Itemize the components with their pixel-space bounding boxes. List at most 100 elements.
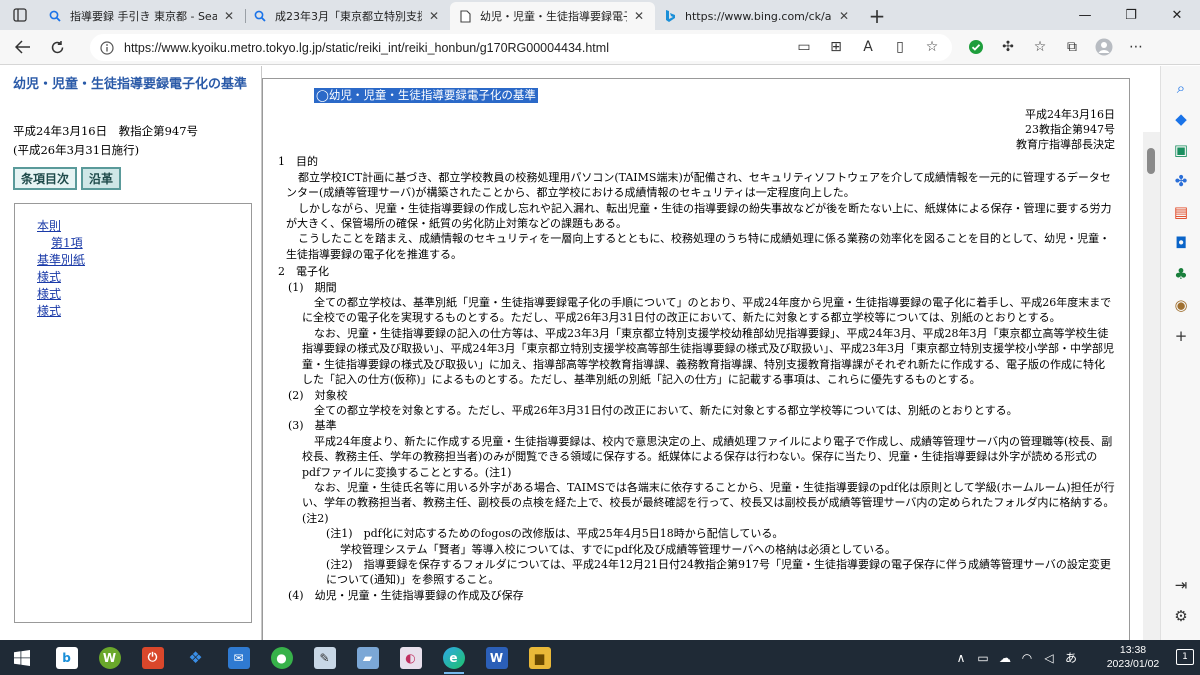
favorite-star-icon[interactable]: ☆: [916, 32, 948, 62]
sidebar-games-icon[interactable]: ✤: [1161, 165, 1200, 196]
sidebar-settings-icon[interactable]: ⚙: [1161, 600, 1200, 631]
tab-active-document[interactable]: 幼児・児童・生徒指導要録電子化の ✕: [450, 2, 655, 30]
taskbar-edge[interactable]: e: [432, 640, 475, 675]
tab-close-icon[interactable]: ✕: [836, 9, 852, 23]
restore-icon[interactable]: ❐: [1108, 0, 1154, 30]
scrollbar-thumb[interactable]: [1147, 148, 1155, 174]
section-2-heading: 2 電子化: [278, 265, 329, 279]
search-icon: [253, 9, 267, 23]
paragraph: 都立学校ICT計画に基づき、都立学校教員の校務処理用パソコン(TAIMS端末)が…: [286, 170, 1111, 200]
profile-avatar-icon[interactable]: [1088, 32, 1120, 62]
tab-search-2[interactable]: 成23年3月「東京都立特別支援学校 ✕: [245, 2, 450, 30]
taskbar-explorer[interactable]: ▆: [518, 640, 561, 675]
tab-strip: 指導要録 手引き 東京都 - Search ✕ 成23年3月「東京都立特別支援学…: [0, 0, 1200, 30]
vertical-scrollbar[interactable]: [1143, 132, 1160, 640]
tab-bing[interactable]: https://www.bing.com/ck/a?!&& ✕: [655, 2, 860, 30]
taskbar-app-green[interactable]: W: [88, 640, 131, 675]
toc-link-clause-1[interactable]: 第1項: [37, 235, 251, 252]
sidebar-cookie-icon[interactable]: ◉: [1161, 289, 1200, 320]
back-button[interactable]: [6, 32, 40, 62]
extensions-puzzle-icon[interactable]: ✣: [992, 32, 1024, 62]
app-available-icon[interactable]: ▭: [788, 32, 820, 62]
sidebar-tools-icon[interactable]: ▣: [1161, 134, 1200, 165]
check-extension-icon[interactable]: [960, 32, 992, 62]
tray-ime-mode[interactable]: あ: [1060, 649, 1082, 666]
paragraph: なお、児童・生徒指導要録の記入の仕方等は、平成23年3月「東京都立特別支援学校幼…: [302, 326, 1114, 387]
document-title-selected[interactable]: ◯幼児・児童・生徒指導要録電子化の基準: [314, 88, 538, 104]
page-icon: [458, 9, 472, 23]
favorites-icon[interactable]: ☆: [1024, 32, 1056, 62]
window-controls: — ❐ ✕: [1062, 0, 1200, 30]
close-window-icon[interactable]: ✕: [1154, 0, 1200, 30]
page-viewport: 幼児・児童・生徒指導要録電子化の基準 平成24年3月16日 教指企第947号 (…: [0, 66, 1160, 640]
tray-cloud-icon[interactable]: ☁: [994, 651, 1016, 665]
bing-icon: b: [55, 646, 78, 669]
sidebar-outlook-icon[interactable]: ◘: [1161, 227, 1200, 258]
toc-link-appendix[interactable]: 基準別紙: [37, 252, 251, 269]
sidebar-add-icon[interactable]: +: [1161, 320, 1200, 351]
taskbar-bing[interactable]: b: [45, 640, 88, 675]
tab-close-icon[interactable]: ✕: [221, 9, 237, 23]
browser-toolbar: https://www.kyoiku.metro.tokyo.lg.jp/sta…: [0, 30, 1200, 65]
tab-close-icon[interactable]: ✕: [426, 9, 442, 23]
chat-app-icon: ●: [270, 646, 293, 669]
tray-volume-icon[interactable]: ◁: [1038, 651, 1060, 665]
info-icon[interactable]: [100, 40, 114, 55]
clock-time: 13:38: [1119, 644, 1147, 656]
paragraph: 全ての都立学校は、基準別紙「児童・生徒指導要録電子化の手順について」のとおり、平…: [302, 296, 1112, 325]
collections-icon[interactable]: ⧉: [1056, 32, 1088, 62]
taskbar-dropbox[interactable]: ❖: [174, 640, 217, 675]
tray-chevron-icon[interactable]: ∧: [950, 651, 972, 665]
taskbar-app-red[interactable]: ⏻: [131, 640, 174, 675]
url-text[interactable]: https://www.kyoiku.metro.tokyo.lg.jp/sta…: [124, 41, 609, 55]
toc-link-form-1[interactable]: 様式: [37, 269, 251, 286]
tab-search-1[interactable]: 指導要録 手引き 東京都 - Search ✕: [40, 2, 245, 30]
tray-wifi-icon[interactable]: ◠: [1016, 651, 1038, 665]
windows-taskbar: b W ⏻ ❖ ✉ ● ✎ ▰ ◐ e W ▆ ∧ ▭ ☁ ◠ ◁ あ 13:3…: [0, 640, 1200, 675]
taskbar-line[interactable]: ●: [260, 640, 303, 675]
tray-network-icon[interactable]: ▭: [972, 651, 994, 665]
mail-icon: ✉: [227, 646, 250, 669]
taskbar-app-pink[interactable]: ◐: [389, 640, 432, 675]
subsection-heading: (2) 対象校: [288, 388, 348, 402]
start-button[interactable]: [0, 640, 43, 675]
more-menu-icon[interactable]: ⋯: [1120, 32, 1152, 62]
subsection-heading: (4) 幼児・児童・生徒指導要録の作成及び保存: [288, 588, 524, 602]
tab-history[interactable]: 沿革: [81, 167, 122, 190]
sidebar-office-icon[interactable]: ▤: [1161, 196, 1200, 227]
read-aloud-icon[interactable]: A: [852, 32, 884, 62]
power-app-icon: ⏻: [141, 646, 164, 669]
taskbar-clock[interactable]: 13:38 2023/01/02: [1098, 643, 1168, 671]
tab-toc[interactable]: 条項目次: [13, 167, 78, 190]
notification-icon[interactable]: 1: [1176, 649, 1194, 665]
refresh-button[interactable]: [40, 32, 74, 62]
translate-icon[interactable]: ⊞: [820, 32, 852, 62]
dropbox-icon: ❖: [188, 648, 203, 667]
notes-app-icon: ▰: [356, 646, 379, 669]
subsection-heading: (3) 基準: [288, 419, 337, 433]
tab-actions-button[interactable]: [0, 0, 40, 30]
sidebar-popout-icon[interactable]: ⇥: [1161, 569, 1200, 600]
new-tab-button[interactable]: +: [860, 2, 894, 30]
bing-icon: [663, 9, 677, 23]
system-tray: ∧ ▭ ☁ ◠ ◁ あ: [950, 640, 1082, 675]
sidebar-tree-icon[interactable]: ♣: [1161, 258, 1200, 289]
document-body: ◯幼児・児童・生徒指導要録電子化の基準 平成24年3月16日 23教指企第947…: [262, 78, 1130, 640]
header-author: 教育庁指導部長決定: [1016, 138, 1115, 152]
paragraph: しかしながら、児童・生徒指導要録の作成し忘れや記入漏れ、転出児童・生徒の指導要録…: [286, 201, 1112, 231]
taskbar-word[interactable]: W: [475, 640, 518, 675]
minimize-icon[interactable]: —: [1062, 0, 1108, 30]
edge-icon: e: [442, 646, 465, 669]
toc-link-form-3[interactable]: 様式: [37, 303, 251, 320]
sidebar-shopping-icon[interactable]: ◆: [1161, 103, 1200, 134]
toc-link-main[interactable]: 本則: [37, 218, 251, 235]
taskbar-mail[interactable]: ✉: [217, 640, 260, 675]
left-frame: 幼児・児童・生徒指導要録電子化の基準 平成24年3月16日 教指企第947号 (…: [0, 66, 262, 640]
taskbar-paint[interactable]: ✎: [303, 640, 346, 675]
immersive-reader-icon[interactable]: ▯: [884, 32, 916, 62]
green-app-icon: W: [98, 646, 121, 669]
toc-link-form-2[interactable]: 様式: [37, 286, 251, 303]
sidebar-search-icon[interactable]: ⌕: [1161, 72, 1200, 103]
taskbar-app-blue[interactable]: ▰: [346, 640, 389, 675]
tab-close-icon[interactable]: ✕: [631, 9, 647, 23]
